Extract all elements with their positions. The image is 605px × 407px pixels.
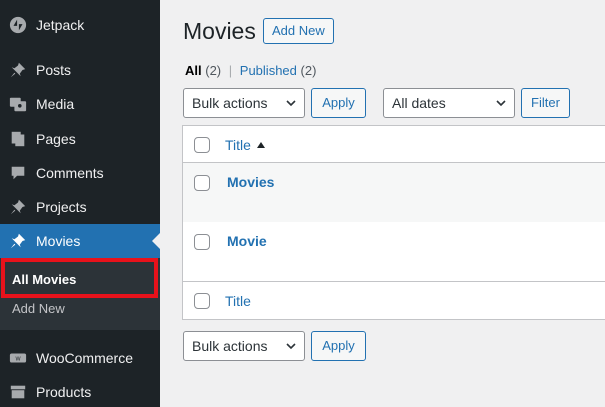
view-all-link[interactable]: All — [185, 63, 202, 78]
sidebar-item-projects[interactable]: Projects — [0, 190, 160, 224]
pin-icon — [8, 60, 28, 80]
title-column-sort-footer[interactable]: Title — [225, 293, 251, 309]
sidebar-item-jetpack[interactable]: Jetpack — [0, 8, 160, 42]
table-footer-row: Title — [183, 283, 605, 320]
sidebar-item-label: Jetpack — [36, 17, 85, 33]
add-new-button[interactable]: Add New — [263, 18, 334, 44]
sidebar-item-products[interactable]: Products — [0, 375, 160, 407]
sidebar-item-media[interactable]: Media — [0, 87, 160, 121]
comment-icon — [8, 163, 28, 183]
sidebar-item-movies[interactable]: Movies — [0, 224, 160, 258]
chevron-down-icon — [286, 100, 296, 107]
select-all-checkbox-footer[interactable] — [194, 293, 210, 309]
main-content: Movies Add New All (2) | Published (2) B… — [160, 0, 605, 407]
sidebar-item-pages[interactable]: Pages — [0, 122, 160, 156]
view-published-count: (2) — [300, 63, 317, 78]
table-row: Movie — [183, 222, 605, 282]
filter-button[interactable]: Filter — [521, 88, 570, 118]
status-views: All (2) | Published (2) — [185, 63, 316, 78]
highlight-annotation — [1, 258, 158, 298]
apply-button[interactable]: Apply — [311, 88, 366, 118]
view-all-count: (2) — [205, 63, 222, 78]
sidebar-item-label: Media — [36, 96, 75, 112]
select-all-checkbox[interactable] — [194, 137, 210, 153]
pages-icon — [8, 129, 28, 149]
view-published-link[interactable]: Published — [240, 63, 297, 78]
sidebar-item-comments[interactable]: Comments — [0, 156, 160, 190]
row-title-link[interactable]: Movie — [227, 233, 267, 249]
row-checkbox[interactable] — [194, 234, 210, 250]
sidebar-item-label: Posts — [36, 62, 72, 78]
archive-icon — [8, 382, 28, 402]
submenu-add-new[interactable]: Add New — [12, 301, 65, 316]
sidebar-item-posts[interactable]: Posts — [0, 53, 160, 87]
dates-select[interactable]: All dates — [383, 88, 515, 118]
sidebar-item-woocommerce[interactable]: W WooCommerce — [0, 341, 160, 375]
row-title-link[interactable]: Movies — [227, 174, 274, 190]
sidebar-item-label: Movies — [36, 233, 81, 249]
column-title-label: Title — [225, 137, 251, 153]
dates-value: All dates — [392, 95, 446, 111]
view-separator: | — [228, 63, 233, 78]
posts-table: Title Movies Movie Title — [182, 125, 605, 320]
admin-sidebar: Jetpack Posts Media Pages Comments Proje… — [0, 0, 160, 407]
bulk-actions-value: Bulk actions — [192, 95, 268, 111]
bulk-actions-select-bottom[interactable]: Bulk actions — [183, 331, 305, 361]
pin-icon — [8, 231, 28, 251]
sidebar-item-label: Comments — [36, 165, 104, 181]
apply-button-bottom[interactable]: Apply — [311, 331, 366, 361]
sidebar-item-label: Products — [36, 384, 92, 400]
bulk-actions-select[interactable]: Bulk actions — [183, 88, 305, 118]
sidebar-item-label: Pages — [36, 131, 76, 147]
title-column-sort[interactable]: Title — [225, 137, 265, 153]
row-checkbox[interactable] — [194, 175, 210, 191]
chevron-down-icon — [496, 100, 506, 107]
woo-icon: W — [8, 348, 28, 368]
svg-text:W: W — [15, 357, 21, 363]
sidebar-item-label: Projects — [36, 199, 87, 215]
jetpack-icon — [8, 15, 28, 35]
chevron-down-icon — [286, 343, 296, 350]
pin-icon — [8, 197, 28, 217]
sort-asc-icon — [256, 142, 265, 148]
bulk-actions-value: Bulk actions — [192, 338, 268, 354]
sidebar-item-label: WooCommerce — [36, 350, 133, 366]
table-header-row: Title — [183, 126, 605, 163]
table-row: Movies — [183, 163, 605, 222]
page-title: Movies — [183, 18, 256, 44]
media-icon — [8, 94, 28, 114]
